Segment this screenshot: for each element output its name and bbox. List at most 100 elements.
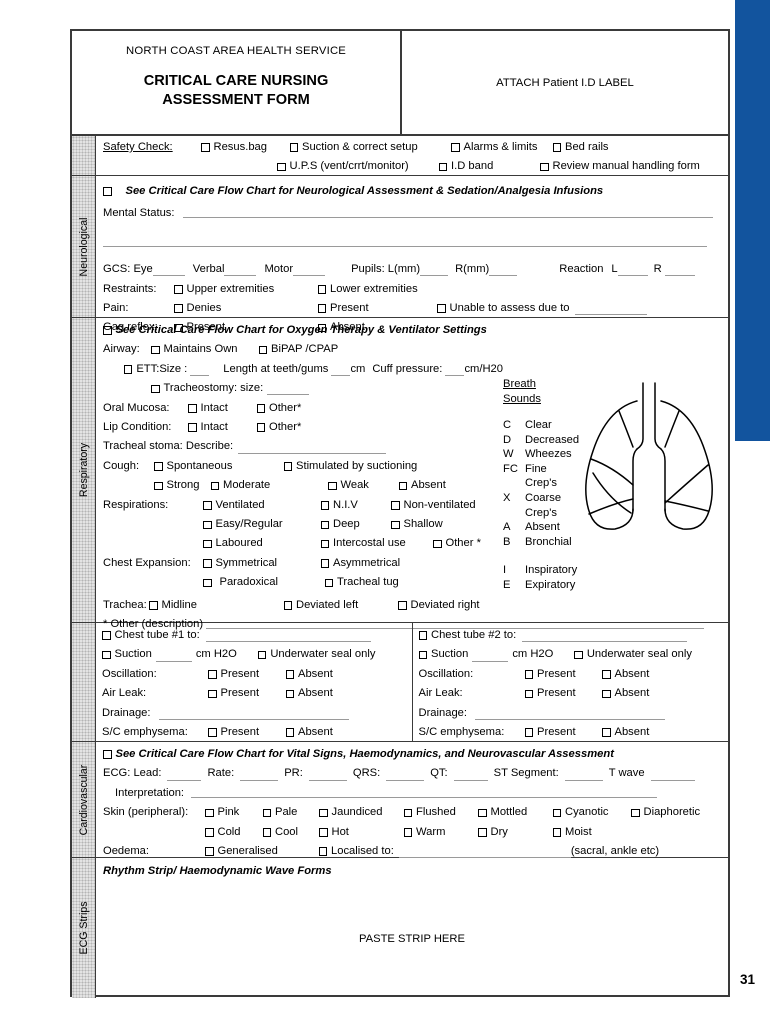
ecg-qrs-input[interactable]: [386, 768, 425, 781]
checkbox-ct1-emphysema-absent[interactable]: [285, 728, 294, 737]
checkbox-oedema-localised[interactable]: [318, 847, 327, 856]
checkbox-cv-flowchart[interactable]: [103, 750, 112, 759]
ecg-rate-input[interactable]: [240, 768, 279, 781]
checkbox-resp-non-ventilated[interactable]: [391, 501, 400, 510]
ecg-twave-input[interactable]: [650, 768, 695, 781]
checkbox-cough-spontaneous[interactable]: [154, 462, 163, 471]
checkbox-resp-ventilated[interactable]: [203, 501, 212, 510]
checkbox-skin-moist[interactable]: [552, 828, 561, 837]
ecg-qt-input[interactable]: [453, 768, 488, 781]
checkbox-resp-deep[interactable]: [320, 520, 329, 530]
checkbox-chest-paradoxical[interactable]: [203, 578, 212, 588]
ct2-site-input[interactable]: [522, 629, 688, 643]
checkbox-ct2-airleak-absent[interactable]: [602, 689, 611, 699]
checkbox-oedema-generalised[interactable]: [205, 847, 214, 856]
checkbox-resp-shallow[interactable]: [391, 520, 400, 530]
mental-status-input-2[interactable]: [103, 234, 707, 247]
gcs-motor-input[interactable]: [293, 263, 326, 277]
checkbox-ett[interactable]: [123, 365, 133, 374]
checkbox-ct2-underwater[interactable]: [574, 650, 583, 660]
checkbox-ct1-airleak-present[interactable]: [208, 689, 217, 699]
checkbox-skin-mottled[interactable]: [478, 808, 487, 818]
checkbox-ct1-oscillation-present[interactable]: [208, 670, 217, 679]
checkbox-ct2-suction[interactable]: [418, 650, 427, 660]
ct1-site-input[interactable]: [205, 629, 371, 643]
checkbox-skin-pale[interactable]: [262, 808, 271, 818]
checkbox-ups[interactable]: [277, 162, 286, 172]
checkbox-ct1-oscillation-absent[interactable]: [285, 670, 294, 679]
tracheostomy-size-input[interactable]: [267, 382, 310, 396]
checkbox-oral-mucosa-other[interactable]: [256, 404, 265, 413]
checkbox-lip-other[interactable]: [256, 423, 265, 432]
patient-label-area[interactable]: ATTACH Patient I.D LABEL: [402, 31, 728, 134]
checkbox-ct2-airleak-present[interactable]: [524, 689, 533, 699]
reaction-l-input[interactable]: [617, 263, 648, 277]
checkbox-pain-unable[interactable]: [437, 304, 446, 313]
checkbox-skin-pink[interactable]: [205, 808, 214, 818]
checkbox-ct2-oscillation-present[interactable]: [524, 670, 533, 679]
ct2-drainage-input[interactable]: [475, 707, 666, 720]
checkbox-trachea-deviated-left[interactable]: [283, 601, 292, 610]
checkbox-oral-mucosa-intact[interactable]: [188, 404, 197, 413]
checkbox-chest-tube-1[interactable]: [102, 631, 111, 640]
checkbox-skin-flushed[interactable]: [403, 808, 412, 818]
checkbox-resp-intercostal[interactable]: [320, 539, 329, 549]
ett-size-input[interactable]: [190, 363, 210, 377]
checkbox-cough-moderate[interactable]: [210, 481, 219, 491]
gcs-eye-input[interactable]: [152, 263, 185, 277]
checkbox-restraints-lower[interactable]: [317, 285, 326, 294]
checkbox-resp-easy-regular[interactable]: [203, 520, 212, 530]
checkbox-skin-diaphoretic[interactable]: [631, 808, 640, 818]
ct1-drainage-input[interactable]: [158, 707, 349, 720]
checkbox-bed-rails[interactable]: [552, 143, 561, 152]
checkbox-chest-symmetrical[interactable]: [203, 559, 212, 568]
checkbox-ct1-underwater[interactable]: [257, 650, 267, 660]
checkbox-manual-handling[interactable]: [540, 162, 549, 172]
tracheal-stoma-input[interactable]: [238, 441, 387, 454]
checkbox-ct2-emphysema-present[interactable]: [524, 728, 533, 737]
checkbox-airway-bipap-cpap[interactable]: [258, 345, 267, 355]
checkbox-chest-tube-2[interactable]: [418, 631, 427, 640]
checkbox-resp-niv[interactable]: [320, 501, 329, 510]
cuff-pressure-input[interactable]: [445, 363, 465, 377]
checkbox-chest-asymmetrical[interactable]: [320, 559, 329, 568]
checkbox-airway-maintains-own[interactable]: [151, 345, 160, 355]
reaction-r-input[interactable]: [664, 263, 695, 277]
pain-unable-input[interactable]: [574, 302, 647, 316]
checkbox-skin-warm[interactable]: [403, 828, 412, 837]
checkbox-resus-bag[interactable]: [201, 143, 210, 152]
pupils-left-input[interactable]: [420, 263, 449, 277]
ecg-pr-input[interactable]: [308, 768, 347, 781]
checkbox-neuro-flowchart[interactable]: [103, 187, 112, 196]
checkbox-skin-cold[interactable]: [205, 828, 214, 837]
checkbox-skin-jaundiced[interactable]: [319, 808, 328, 818]
checkbox-ct1-emphysema-present[interactable]: [208, 728, 217, 737]
checkbox-tracheostomy[interactable]: [151, 384, 160, 394]
checkbox-trachea-deviated-right[interactable]: [398, 601, 407, 610]
checkbox-suction-setup[interactable]: [289, 143, 298, 152]
checkbox-skin-hot[interactable]: [319, 828, 328, 837]
checkbox-skin-cool[interactable]: [262, 828, 271, 837]
checkbox-ct2-emphysema-absent[interactable]: [602, 728, 611, 737]
checkbox-skin-cyanotic[interactable]: [552, 808, 561, 818]
checkbox-cough-strong[interactable]: [154, 481, 163, 491]
checkbox-ct1-suction[interactable]: [102, 650, 111, 660]
gcs-verbal-input[interactable]: [224, 263, 257, 277]
checkbox-cough-weak[interactable]: [328, 481, 337, 491]
checkbox-trachea-midline[interactable]: [149, 601, 158, 610]
checkbox-lip-intact[interactable]: [188, 423, 197, 432]
checkbox-ct1-airleak-absent[interactable]: [285, 689, 294, 699]
checkbox-alarms-limits[interactable]: [451, 143, 460, 152]
checkbox-pain-denies[interactable]: [174, 304, 183, 313]
paste-strip-area[interactable]: PASTE STRIP HERE: [103, 881, 721, 1001]
checkbox-ct2-oscillation-absent[interactable]: [602, 670, 611, 679]
checkbox-pain-present[interactable]: [317, 304, 326, 313]
ct1-suction-input[interactable]: [155, 649, 192, 662]
checkbox-chest-tracheal-tug[interactable]: [324, 578, 333, 588]
checkbox-id-band[interactable]: [438, 162, 447, 172]
pupils-right-input[interactable]: [489, 263, 518, 277]
ett-length-input[interactable]: [331, 363, 351, 377]
checkbox-skin-dry[interactable]: [478, 828, 487, 837]
checkbox-resp-other[interactable]: [433, 539, 442, 549]
checkbox-resp-flowchart[interactable]: [103, 326, 112, 335]
